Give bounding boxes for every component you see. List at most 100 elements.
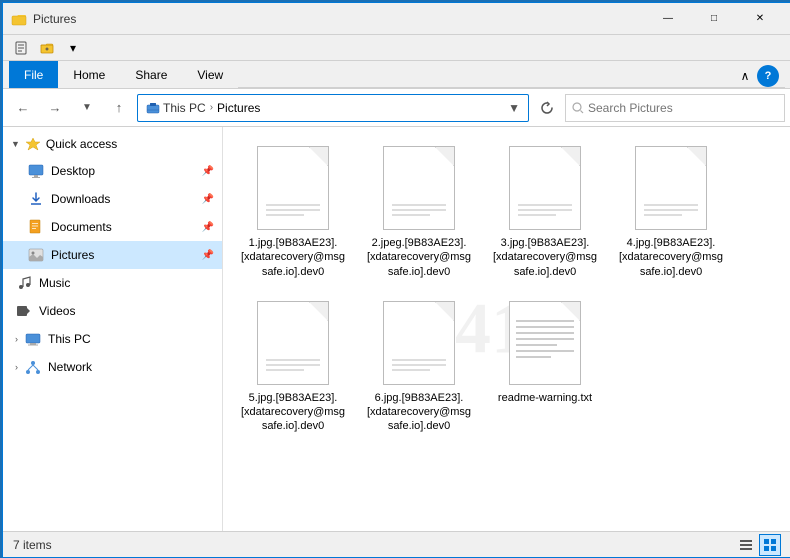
address-path[interactable]: This PC › Pictures ▼ <box>137 94 529 122</box>
list-item[interactable]: readme-warning.txt <box>485 292 605 441</box>
txt-icon-7 <box>509 301 581 385</box>
path-this-pc: This PC <box>146 101 206 115</box>
file-grid: 1.jpg.[9B83AE23].[xdatarecovery@msgsafe.… <box>233 137 781 441</box>
grid-view-button[interactable] <box>759 534 781 556</box>
path-dropdown-arrow[interactable]: ▼ <box>508 101 520 115</box>
close-button[interactable]: ✕ <box>737 3 783 35</box>
doc-corner-4 <box>688 147 706 165</box>
quick-access-icon <box>24 135 42 153</box>
qt-new-folder-button[interactable] <box>35 37 59 59</box>
doc-icon-2 <box>383 146 455 230</box>
file-thumb-1 <box>253 144 333 232</box>
sidebar-item-music[interactable]: Music <box>3 269 222 297</box>
sidebar: ▼ Quick access Desktop 📌 Downloads <box>3 127 223 531</box>
pictures-pin: 📌 <box>202 250 214 261</box>
sidebar-item-videos[interactable]: Videos <box>3 297 222 325</box>
downloads-pin: 📌 <box>202 194 214 205</box>
desktop-pin: 📌 <box>202 166 214 177</box>
title-bar: Pictures — □ ✕ <box>3 3 790 35</box>
doc-corner-3 <box>562 147 580 165</box>
recent-button[interactable]: ▼ <box>73 94 101 122</box>
sidebar-item-desktop[interactable]: Desktop 📌 <box>3 157 222 185</box>
minimize-button[interactable]: — <box>645 3 691 35</box>
status-bar: 7 items <box>3 531 790 557</box>
file-thumb-4 <box>631 144 711 232</box>
window: Pictures — □ ✕ ▾ File Home Share View ∧ … <box>2 2 790 558</box>
videos-label: Videos <box>39 304 214 318</box>
address-bar: ← → ▼ ↑ This PC › Pictures ▼ <box>3 89 790 127</box>
maximize-button[interactable]: □ <box>691 3 737 35</box>
back-button[interactable]: ← <box>9 94 37 122</box>
quick-access-label: Quick access <box>46 137 117 151</box>
downloads-icon <box>27 190 45 208</box>
doc-icon-4 <box>635 146 707 230</box>
music-label: Music <box>39 276 214 290</box>
sidebar-item-pictures[interactable]: Pictures 📌 <box>3 241 222 269</box>
sidebar-item-downloads[interactable]: Downloads 📌 <box>3 185 222 213</box>
list-item[interactable]: 2.jpeg.[9B83AE23].[xdatarecovery@msgsafe… <box>359 137 479 286</box>
up-button[interactable]: ↑ <box>105 94 133 122</box>
main-area: ▼ Quick access Desktop 📌 Downloads <box>3 127 790 531</box>
doc-corner-6 <box>436 302 454 320</box>
doc-icon-6 <box>383 301 455 385</box>
quick-toolbar: ▾ <box>3 35 790 61</box>
list-view-button[interactable] <box>735 534 757 556</box>
sidebar-item-this-pc[interactable]: › This PC <box>3 325 222 353</box>
doc-icon-3 <box>509 146 581 230</box>
forward-button[interactable]: → <box>41 94 69 122</box>
file-thumb-3 <box>505 144 585 232</box>
network-icon <box>24 358 42 376</box>
music-icon <box>15 274 33 292</box>
downloads-label: Downloads <box>51 192 196 206</box>
search-box[interactable] <box>565 94 785 122</box>
tab-file[interactable]: File <box>9 61 58 88</box>
file-label-7: readme-warning.txt <box>498 391 592 405</box>
file-area: 411 1.jpg.[9B83AE23] <box>223 127 790 531</box>
list-item[interactable]: 1.jpg.[9B83AE23].[xdatarecovery@msgsafe.… <box>233 137 353 286</box>
desktop-label: Desktop <box>51 164 196 178</box>
help-button[interactable]: ? <box>757 65 779 87</box>
window-controls: — □ ✕ <box>645 3 783 35</box>
list-item[interactable]: 4.jpg.[9B83AE23].[xdatarecovery@msgsafe.… <box>611 137 731 286</box>
refresh-button[interactable] <box>533 94 561 122</box>
videos-icon <box>15 302 33 320</box>
this-pc-expand-arrow: › <box>15 334 18 344</box>
title-bar-left: Pictures <box>11 11 645 27</box>
sidebar-item-documents[interactable]: Documents 📌 <box>3 213 222 241</box>
tab-view[interactable]: View <box>182 61 238 88</box>
list-item[interactable]: 3.jpg.[9B83AE23].[xdatarecovery@msgsafe.… <box>485 137 605 286</box>
sidebar-item-network[interactable]: › Network <box>3 353 222 381</box>
file-label-4: 4.jpg.[9B83AE23].[xdatarecovery@msgsafe.… <box>618 236 724 279</box>
ribbon-collapse-button[interactable]: ∧ <box>733 65 757 87</box>
this-pc-label: This PC <box>48 332 214 346</box>
qt-properties-button[interactable] <box>9 37 33 59</box>
list-item[interactable]: 5.jpg.[9B83AE23].[xdatarecovery@msgsafe.… <box>233 292 353 441</box>
documents-icon <box>27 218 45 236</box>
file-thumb-7 <box>505 299 585 387</box>
tab-home[interactable]: Home <box>58 61 120 88</box>
title-folder-icon <box>11 11 27 27</box>
pictures-icon <box>27 246 45 264</box>
tab-share[interactable]: Share <box>120 61 182 88</box>
search-input[interactable] <box>588 101 778 115</box>
file-label-5: 5.jpg.[9B83AE23].[xdatarecovery@msgsafe.… <box>240 391 346 434</box>
qt-dropdown-button[interactable]: ▾ <box>61 37 85 59</box>
doc-corner-5 <box>310 302 328 320</box>
path-arrow-1: › <box>210 102 213 113</box>
file-label-6: 6.jpg.[9B83AE23].[xdatarecovery@msgsafe.… <box>366 391 472 434</box>
window-title: Pictures <box>33 12 76 26</box>
file-label-3: 3.jpg.[9B83AE23].[xdatarecovery@msgsafe.… <box>492 236 598 279</box>
doc-corner-7 <box>562 302 580 320</box>
network-label: Network <box>48 360 214 374</box>
ribbon-tabs: File Home Share View ∧ ? <box>3 61 790 88</box>
pictures-label: Pictures <box>51 248 196 262</box>
network-expand-arrow: › <box>15 362 18 372</box>
sidebar-section-quick-access[interactable]: ▼ Quick access <box>3 131 222 157</box>
file-thumb-6 <box>379 299 459 387</box>
doc-icon-1 <box>257 146 329 230</box>
list-item[interactable]: 6.jpg.[9B83AE23].[xdatarecovery@msgsafe.… <box>359 292 479 441</box>
file-thumb-2 <box>379 144 459 232</box>
doc-icon-5 <box>257 301 329 385</box>
doc-corner-1 <box>310 147 328 165</box>
doc-corner-2 <box>436 147 454 165</box>
